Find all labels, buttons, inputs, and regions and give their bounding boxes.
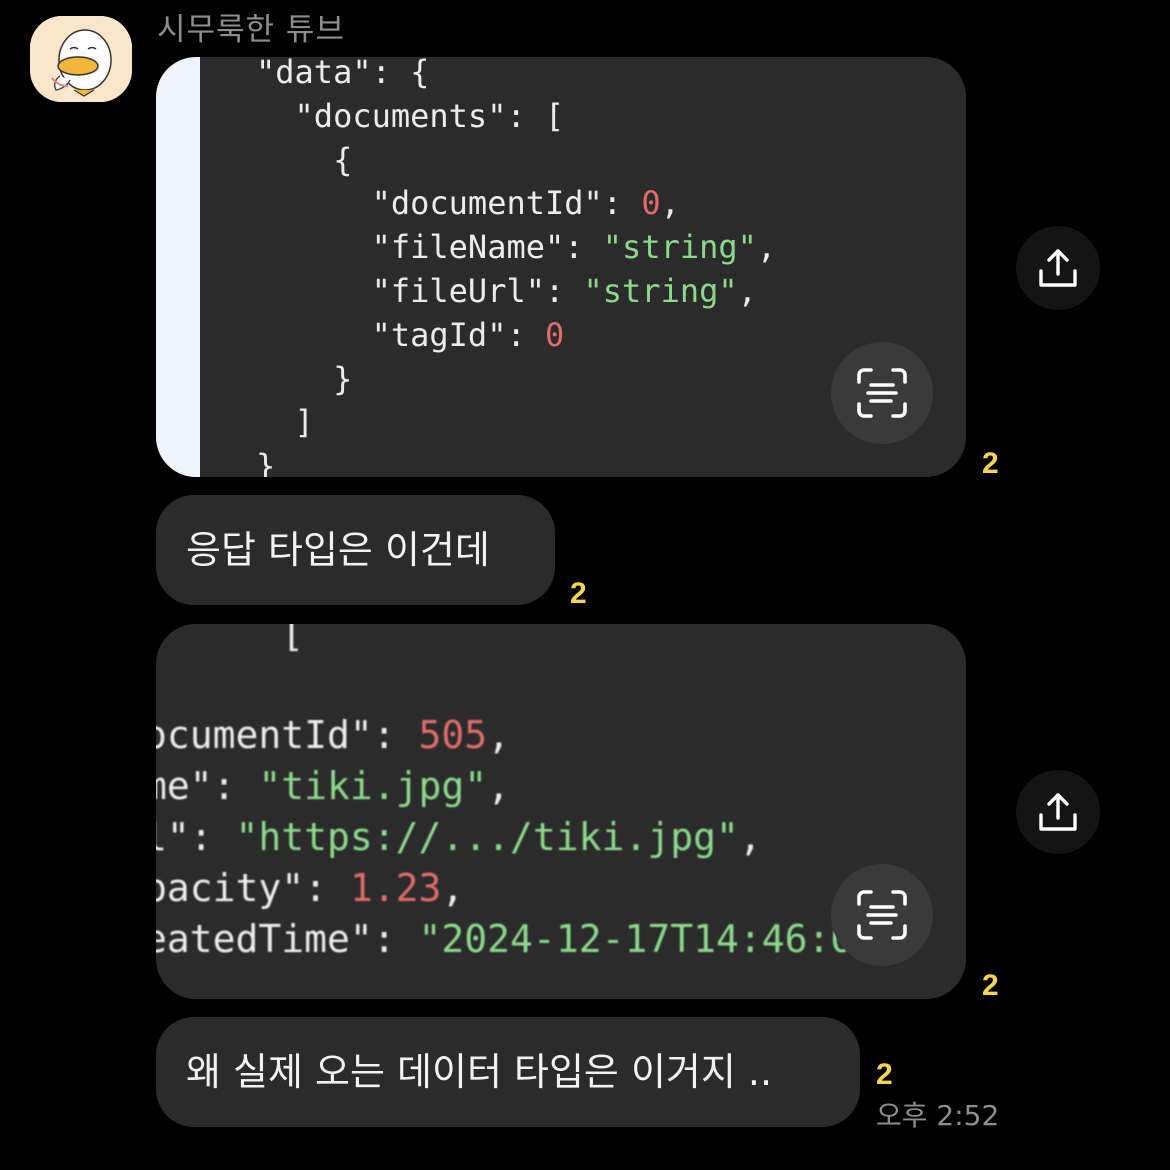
share-icon: [1039, 793, 1077, 831]
code-text: ,: [756, 228, 777, 267]
code-line: ]: [256, 401, 776, 445]
sender-avatar[interactable]: [30, 16, 132, 102]
code-text: {: [256, 140, 353, 179]
code-line: ocumentId": 505,: [156, 710, 899, 761]
unread-count: 2: [876, 1058, 893, 1091]
code-string: "tiki.jpg": [258, 764, 488, 808]
code-text: ,: [738, 815, 762, 859]
duck-avatar-icon: [30, 16, 132, 102]
code-line: l": "https://.../tiki.jpg",: [156, 812, 899, 863]
code-text: }: [256, 359, 353, 398]
code-text: ,: [660, 184, 680, 223]
share-icon: [1039, 249, 1077, 287]
code-text: eatedTime":: [156, 917, 419, 961]
code-line: }: [256, 445, 776, 477]
code-line: {: [256, 139, 776, 183]
code-text: ,: [441, 866, 465, 910]
code-snippet-schema: "data": { "documents": [ { "documentId":…: [256, 57, 776, 477]
code-text: ,: [487, 764, 511, 808]
code-line: "documentId": 0,: [256, 182, 776, 226]
text-scan-button[interactable]: [831, 864, 933, 966]
code-line: }: [256, 358, 776, 402]
code-line: pacity": 1.23,: [156, 863, 899, 914]
code-line: "data": {: [256, 57, 776, 95]
code-text: ocumentId":: [156, 713, 419, 757]
code-text: "documents": [: [256, 96, 565, 135]
code-text: "documentId":: [256, 184, 642, 223]
code-text: pacity":: [156, 866, 350, 910]
code-text: "data": {: [256, 57, 430, 91]
code-line: "fileName": "string",: [256, 226, 777, 270]
code-number: 1.23: [349, 866, 442, 910]
code-line: "tagId": 0: [256, 314, 776, 358]
code-number: 505: [418, 713, 488, 757]
code-text: ,: [487, 713, 511, 757]
code-text: me":: [156, 764, 236, 808]
message-timestamp: 오후 2:52: [876, 1099, 1000, 1132]
code-text: "tagId":: [256, 315, 545, 354]
code-number: 0: [641, 184, 661, 223]
sender-name: 시무룩한 튜브: [157, 12, 345, 48]
code-line: [: [156, 624, 899, 659]
image-message-1[interactable]: "data": { "documents": [ { "documentId":…: [156, 57, 966, 477]
text-scan-button[interactable]: [831, 342, 933, 444]
code-snippet-response: [ ocumentId": 505,me": "tiki.jpg",l": "h…: [156, 624, 899, 965]
code-text: l":: [156, 815, 213, 859]
code-text: "fileUrl":: [256, 271, 584, 310]
code-string: "string": [583, 271, 738, 310]
text-scan-icon: [857, 890, 907, 940]
share-button[interactable]: [1016, 226, 1100, 310]
code-line: "fileUrl": "string",: [256, 270, 776, 314]
code-text: "fileName":: [256, 228, 603, 267]
code-line: me": "tiki.jpg",: [156, 761, 899, 812]
code-string: "string": [602, 228, 757, 267]
code-string: "https://.../tiki.jpg": [235, 815, 739, 859]
code-line: "documents": [: [256, 95, 776, 139]
text-scan-icon: [857, 368, 907, 418]
code-number: 0: [544, 315, 565, 354]
share-button[interactable]: [1016, 770, 1100, 854]
code-text: [: [156, 624, 305, 655]
unread-count: 2: [982, 447, 999, 480]
unread-count: 2: [570, 577, 587, 610]
code-text: }: [256, 447, 276, 477]
unread-count: 2: [982, 969, 999, 1002]
text-message-2[interactable]: 왜 실제 오는 데이터 타입은 이거지 ..: [156, 1017, 860, 1127]
code-gutter: [156, 57, 200, 477]
image-message-2[interactable]: [ ocumentId": 505,me": "tiki.jpg",l": "h…: [156, 624, 966, 999]
code-line: eatedTime": "2024-12-17T14:46:088: [156, 914, 899, 965]
text-message-1[interactable]: 응답 타입은 이건데: [156, 495, 555, 605]
code-string: "2024-12-17T14:46:088: [418, 917, 899, 961]
code-text: ,: [737, 271, 757, 310]
code-text: ]: [256, 403, 314, 442]
